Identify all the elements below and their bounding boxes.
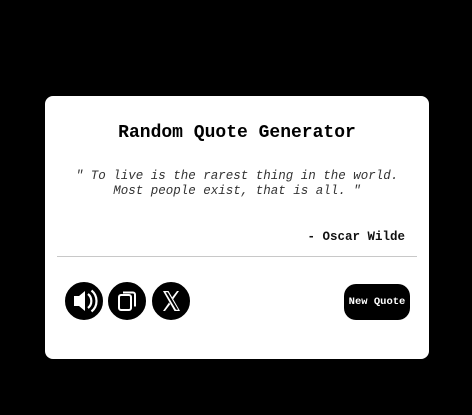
copy-icon <box>109 283 145 319</box>
twitter-button[interactable] <box>152 282 190 320</box>
speaker-icon <box>66 283 102 319</box>
speech-button[interactable] <box>65 282 103 320</box>
divider <box>57 256 417 257</box>
page-title: Random Quote Generator <box>118 123 356 143</box>
x-twitter-icon <box>153 283 189 319</box>
quote-author: - Oscar Wilde <box>307 230 405 244</box>
quote-text: " To live is the rarest thing in the wor… <box>75 169 399 198</box>
copy-button[interactable] <box>108 282 146 320</box>
quote-card: Random Quote Generator " To live is the … <box>45 96 429 359</box>
new-quote-button[interactable]: New Quote <box>344 284 410 320</box>
